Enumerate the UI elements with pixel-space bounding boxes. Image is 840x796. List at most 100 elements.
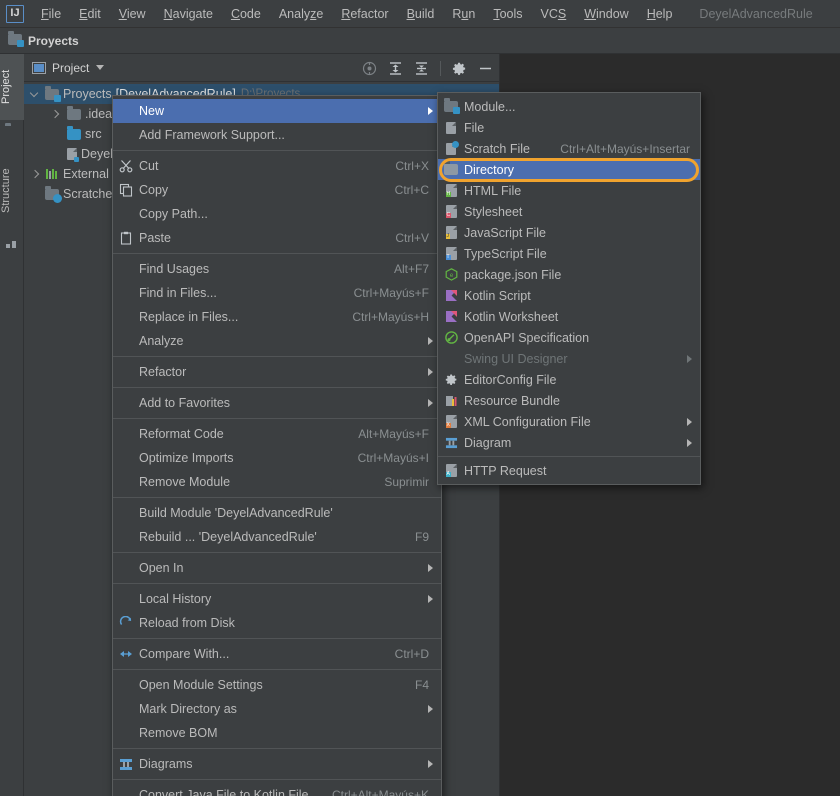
menu-item-copy[interactable]: Copy Ctrl+C <box>113 178 441 202</box>
css-file-icon: C <box>438 204 464 220</box>
menubar-item-run[interactable]: Run <box>443 4 484 24</box>
submenu-item-module[interactable]: Module... <box>438 96 700 117</box>
menu-item-rebuild-module[interactable]: Rebuild ... 'DeyelAdvancedRule' F9 <box>113 525 441 549</box>
menu-item-diagrams[interactable]: Diagrams <box>113 752 441 776</box>
menu-item-new[interactable]: New <box>113 99 441 123</box>
menu-separator <box>113 638 441 639</box>
menu-separator <box>113 748 441 749</box>
menu-item-label: Find in Files... <box>139 286 217 300</box>
submenu-item-directory[interactable]: Directory <box>438 159 700 180</box>
scratches-icon <box>45 185 62 203</box>
menu-item-local-history[interactable]: Local History <box>113 587 441 611</box>
no-icon <box>113 591 139 607</box>
menubar-item-tools[interactable]: Tools <box>484 4 531 24</box>
menu-item-cut[interactable]: Cut Ctrl+X <box>113 154 441 178</box>
menu-separator <box>113 669 441 670</box>
expand-all-icon[interactable] <box>388 61 403 76</box>
menu-item-open-in[interactable]: Open In <box>113 556 441 580</box>
submenu-item-editorconfig-file[interactable]: EditorConfig File <box>438 369 700 390</box>
menu-item-reload-from-disk[interactable]: Reload from Disk <box>113 611 441 635</box>
submenu-item-html-file[interactable]: H HTML File <box>438 180 700 201</box>
menu-item-remove-module[interactable]: Remove Module Suprimir <box>113 470 441 494</box>
chevron-down-icon[interactable] <box>30 89 41 100</box>
nodejs-package-icon: e <box>438 267 464 283</box>
menu-item-find-in-files[interactable]: Find in Files... Ctrl+Mayús+F <box>113 281 441 305</box>
menubar-item-refactor[interactable]: Refactor <box>332 4 397 24</box>
no-icon <box>438 351 464 367</box>
menubar-item-analyze[interactable]: Analyze <box>270 4 332 24</box>
diagram-icon <box>438 435 464 451</box>
menubar-item-window[interactable]: Window <box>575 4 637 24</box>
submenu-item-package-json-file[interactable]: e package.json File <box>438 264 700 285</box>
settings-gear-icon[interactable] <box>452 61 467 76</box>
submenu-arrow-icon <box>428 564 433 572</box>
tree-node-label: Deyel <box>81 147 113 161</box>
menubar-item-build[interactable]: Build <box>398 4 444 24</box>
menu-item-shortcut: Ctrl+V <box>395 231 429 245</box>
submenu-item-xml-configuration-file[interactable]: X XML Configuration File <box>438 411 700 432</box>
menu-item-compare-with[interactable]: Compare With... Ctrl+D <box>113 642 441 666</box>
menu-item-label: Local History <box>139 592 212 606</box>
menu-item-mark-directory-as[interactable]: Mark Directory as <box>113 697 441 721</box>
submenu-item-javascript-file[interactable]: J JavaScript File <box>438 222 700 243</box>
menu-item-label: Analyze <box>139 334 184 348</box>
structure-icon <box>5 236 19 250</box>
menu-item-add-framework-support[interactable]: Add Framework Support... <box>113 123 441 147</box>
menu-item-find-usages[interactable]: Find Usages Alt+F7 <box>113 257 441 281</box>
submenu-item-http-request[interactable]: A HTTP Request <box>438 460 700 481</box>
submenu-item-file[interactable]: File <box>438 117 700 138</box>
no-icon <box>113 309 139 325</box>
scroll-from-source-icon[interactable] <box>362 61 377 76</box>
sidebar-item-structure[interactable]: Structure <box>0 152 24 230</box>
menubar-item-help[interactable]: Help <box>638 4 682 24</box>
no-icon <box>113 450 139 466</box>
editorconfig-gear-icon <box>438 372 464 388</box>
submenu-item-kotlin-script[interactable]: Kotlin Script <box>438 285 700 306</box>
menubar-item-view[interactable]: View <box>110 4 155 24</box>
menu-item-open-module-settings[interactable]: Open Module Settings F4 <box>113 673 441 697</box>
menubar-item-navigate[interactable]: Navigate <box>155 4 222 24</box>
submenu-item-diagram[interactable]: Diagram <box>438 432 700 453</box>
menu-item-optimize-imports[interactable]: Optimize Imports Ctrl+Mayús+I <box>113 446 441 470</box>
menubar-item-file[interactable]: File <box>32 4 70 24</box>
menu-item-build-module[interactable]: Build Module 'DeyelAdvancedRule' <box>113 501 441 525</box>
chevron-right-icon[interactable] <box>50 109 61 120</box>
menu-item-label: Reload from Disk <box>139 616 235 630</box>
submenu-item-typescript-file[interactable]: T TypeScript File <box>438 243 700 264</box>
menu-item-remove-bom[interactable]: Remove BOM <box>113 721 441 745</box>
chevron-right-icon[interactable] <box>30 169 41 180</box>
submenu-item-label: HTML File <box>464 183 522 198</box>
submenu-arrow-icon <box>428 399 433 407</box>
openapi-icon <box>438 330 464 346</box>
menu-item-replace-in-files[interactable]: Replace in Files... Ctrl+Mayús+H <box>113 305 441 329</box>
breadcrumb-project[interactable]: Proyects <box>28 34 79 48</box>
project-view-selector-label[interactable]: Project <box>52 61 89 75</box>
no-icon <box>113 127 139 143</box>
menu-item-convert-java-to-kotlin[interactable]: Convert Java File to Kotlin File Ctrl+Al… <box>113 783 441 796</box>
menubar-item-code[interactable]: Code <box>222 4 270 24</box>
submenu-item-label: XML Configuration File <box>464 414 591 429</box>
no-icon <box>113 505 139 521</box>
menu-item-add-to-favorites[interactable]: Add to Favorites <box>113 391 441 415</box>
menu-item-refactor[interactable]: Refactor <box>113 360 441 384</box>
menubar-item-vcs[interactable]: VCS <box>532 4 576 24</box>
submenu-item-kotlin-worksheet[interactable]: Kotlin Worksheet <box>438 306 700 327</box>
menu-bar: IJ File Edit View Navigate Code Analyze … <box>0 0 840 28</box>
submenu-item-openapi-specification[interactable]: OpenAPI Specification <box>438 327 700 348</box>
menubar-item-edit[interactable]: Edit <box>70 4 110 24</box>
hide-minimize-icon[interactable] <box>478 61 493 76</box>
submenu-item-scratch-file[interactable]: Scratch File Ctrl+Alt+Mayús+Insertar <box>438 138 700 159</box>
collapse-all-icon[interactable] <box>414 61 429 76</box>
kotlin-worksheet-icon <box>438 309 464 325</box>
menu-item-analyze[interactable]: Analyze <box>113 329 441 353</box>
menu-item-reformat-code[interactable]: Reformat Code Alt+Mayús+F <box>113 422 441 446</box>
menu-item-paste[interactable]: Paste Ctrl+V <box>113 226 441 250</box>
menu-item-copy-path[interactable]: Copy Path... <box>113 202 441 226</box>
submenu-item-stylesheet[interactable]: C Stylesheet <box>438 201 700 222</box>
chevron-down-icon[interactable] <box>96 65 105 70</box>
menu-item-label: Remove Module <box>139 475 231 489</box>
menu-item-label: Mark Directory as <box>139 702 237 716</box>
submenu-item-label: OpenAPI Specification <box>464 330 590 345</box>
sidebar-item-project[interactable]: Project <box>0 54 24 120</box>
submenu-item-resource-bundle[interactable]: Resource Bundle <box>438 390 700 411</box>
